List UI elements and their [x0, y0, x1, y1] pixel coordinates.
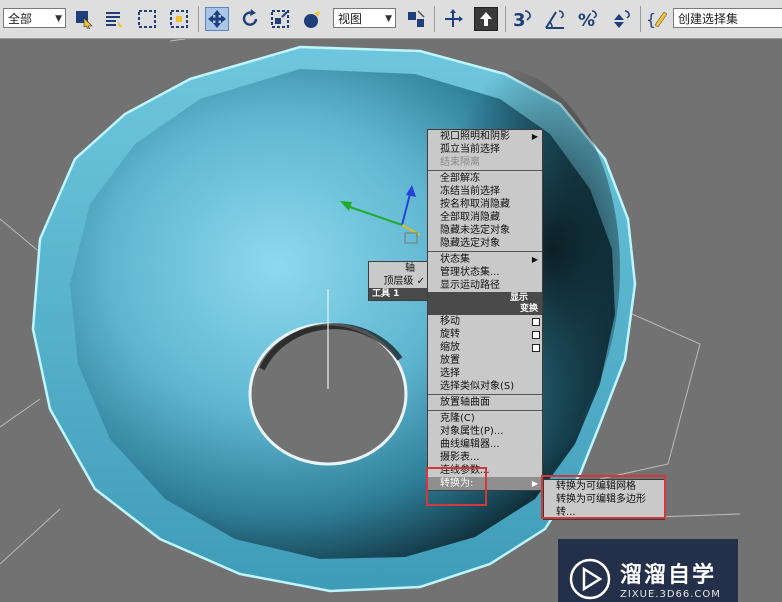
menu-item-label: 全部解冻: [440, 173, 480, 184]
svg-text:3: 3: [513, 10, 526, 30]
reference-coord-dropdown[interactable]: 视图 ▼: [333, 8, 396, 28]
quad-menu-tools: 轴 顶层级 ✓ 工具 1: [368, 261, 430, 301]
quad-display-item-4[interactable]: 全部解冻: [428, 172, 542, 185]
quad-header-tools: 工具 1: [369, 288, 429, 300]
highlight-convert-submenu: [541, 475, 666, 519]
menu-item-label: 孤立当前选择: [440, 144, 500, 155]
play-logo-icon: [569, 558, 611, 600]
quad-display-item-8[interactable]: 隐藏未选定对象: [428, 224, 542, 237]
pivot-icon[interactable]: [404, 7, 428, 31]
quad-transform-item-0[interactable]: 移动: [428, 315, 542, 328]
settings-box-icon[interactable]: [532, 331, 540, 339]
window-crossing-icon[interactable]: [167, 7, 191, 31]
quad-item-top-level[interactable]: 顶层级 ✓: [369, 275, 429, 288]
submenu-arrow-icon: ▶: [531, 255, 538, 264]
menu-item-label: 显示运动路径: [440, 280, 500, 291]
selection-filter-value: 全部: [8, 12, 33, 26]
watermark-url: ZIXUE.3D66.COM: [620, 589, 721, 600]
quad-display-item-11[interactable]: 状态集 ▶: [428, 253, 542, 266]
angle-snap-icon[interactable]: [543, 7, 567, 31]
menu-item-label: 按名称取消隐藏: [440, 199, 510, 210]
quad-display-item-7[interactable]: 全部取消隐藏: [428, 211, 542, 224]
menu-item-label: 选择类似对象(S): [440, 381, 515, 392]
highlight-convert-to: [426, 467, 487, 506]
quad-display-item-6[interactable]: 按名称取消隐藏: [428, 198, 542, 211]
menu-item-label: 曲线编辑器...: [440, 439, 500, 450]
quad-item-pivot[interactable]: 轴: [369, 262, 429, 275]
settings-box-icon[interactable]: [532, 344, 540, 352]
menu-item-label: 隐藏未选定对象: [440, 225, 510, 236]
quad-transform-item-9[interactable]: 克隆(C): [428, 412, 542, 425]
manipulate-icon[interactable]: [474, 7, 498, 31]
quad-transform-item-3[interactable]: 放置: [428, 354, 542, 367]
quad-display-item-9[interactable]: 隐藏选定对象: [428, 237, 542, 250]
quad-transform-item-12[interactable]: 摄影表...: [428, 451, 542, 464]
menu-item-label: 移动: [440, 316, 460, 327]
menu-item-label: 全部取消隐藏: [440, 212, 500, 223]
settings-box-icon[interactable]: [532, 318, 540, 326]
rotate-icon[interactable]: [238, 7, 262, 31]
quad-menu-transform: 变换 移动旋转缩放放置选择选择类似对象(S) 放置轴曲面克隆(C) 对象属性(P)..…: [427, 303, 543, 491]
named-selection-set-value: 创建选择集: [678, 12, 739, 26]
quad-display-item-1[interactable]: 孤立当前选择: [428, 143, 542, 156]
quad-display-item-13[interactable]: 显示运动路径: [428, 279, 542, 292]
submenu-arrow-icon: ▶: [531, 479, 538, 488]
selection-filter-dropdown[interactable]: 全部 ▼: [3, 8, 66, 28]
quad-menu-display: 视口照明和阴影 ▶ 孤立当前选择 结束隔离全部解冻冻结当前选择 按名称取消隐藏 全部取消隐…: [427, 129, 543, 305]
spinner-snap-icon[interactable]: [609, 7, 633, 31]
menu-separator: [428, 394, 542, 395]
menu-separator: [428, 170, 542, 171]
select-object-icon[interactable]: [72, 7, 96, 31]
named-selection-set-input[interactable]: 创建选择集: [673, 8, 782, 28]
quad-transform-item-2[interactable]: 缩放: [428, 341, 542, 354]
watermark-logo: 溜溜自学 ZIXUE.3D66.COM: [558, 539, 738, 602]
select-manipulate-icon[interactable]: [441, 7, 465, 31]
quad-header-transform: 变换: [428, 303, 542, 315]
menu-separator: [428, 410, 542, 411]
reference-coord-value: 视图: [338, 12, 363, 26]
scale-icon[interactable]: [268, 7, 292, 31]
menu-separator: [428, 251, 542, 252]
quad-transform-item-11[interactable]: 曲线编辑器...: [428, 438, 542, 451]
submenu-arrow-icon: ▶: [531, 132, 538, 141]
menu-item-label: 缩放: [440, 342, 460, 353]
main-toolbar: 全部 ▼ 视图 ▼ 3 % {创建选择集: [0, 0, 782, 39]
quad-transform-item-5[interactable]: 选择类似对象(S): [428, 380, 542, 393]
chevron-down-icon: ▼: [385, 14, 392, 24]
menu-item-label: 放置: [440, 355, 460, 366]
menu-item-label: 视口照明和阴影: [440, 131, 510, 142]
svg-text:{: {: [646, 10, 656, 29]
menu-item-label: 摄影表...: [440, 452, 480, 463]
quad-transform-item-7[interactable]: 放置轴曲面: [428, 396, 542, 409]
menu-item-label: 冻结当前选择: [440, 186, 500, 197]
percent-snap-icon[interactable]: %: [576, 7, 600, 31]
quad-transform-item-4[interactable]: 选择: [428, 367, 542, 380]
chevron-down-icon: ▼: [55, 14, 62, 24]
menu-item-label: 隐藏选定对象: [440, 238, 500, 249]
edit-named-sets-icon[interactable]: {: [645, 7, 671, 31]
rect-selection-icon[interactable]: [135, 7, 159, 31]
menu-item-label: 状态集: [440, 254, 470, 265]
quad-transform-item-1[interactable]: 旋转: [428, 328, 542, 341]
menu-item-label: 旋转: [440, 329, 460, 340]
menu-item-label: 选择: [440, 368, 460, 379]
quad-display-item-0[interactable]: 视口照明和阴影 ▶: [428, 130, 542, 143]
menu-item-label: 结束隔离: [440, 157, 480, 168]
snap-3-icon[interactable]: 3: [510, 7, 534, 31]
watermark-title: 溜溜自学: [620, 563, 717, 588]
select-by-name-icon[interactable]: [102, 7, 126, 31]
quad-display-item-5[interactable]: 冻结当前选择: [428, 185, 542, 198]
perspective-viewport[interactable]: 轴 顶层级 ✓ 工具 1 视口照明和阴影 ▶ 孤立当前选择 结束隔离全部解冻冻结当前选…: [0, 39, 782, 602]
move-icon[interactable]: [205, 7, 229, 31]
fill-icon[interactable]: [300, 7, 324, 31]
quad-transform-item-10[interactable]: 对象属性(P)...: [428, 425, 542, 438]
menu-item-label: 对象属性(P)...: [440, 426, 504, 437]
quad-display-item-2: 结束隔离: [428, 156, 542, 169]
quad-display-item-12[interactable]: 管理状态集...: [428, 266, 542, 279]
menu-item-label: 克隆(C): [440, 413, 475, 424]
svg-text:%: %: [578, 11, 595, 30]
menu-item-label: 管理状态集...: [440, 267, 500, 278]
menu-item-label: 放置轴曲面: [440, 397, 490, 408]
